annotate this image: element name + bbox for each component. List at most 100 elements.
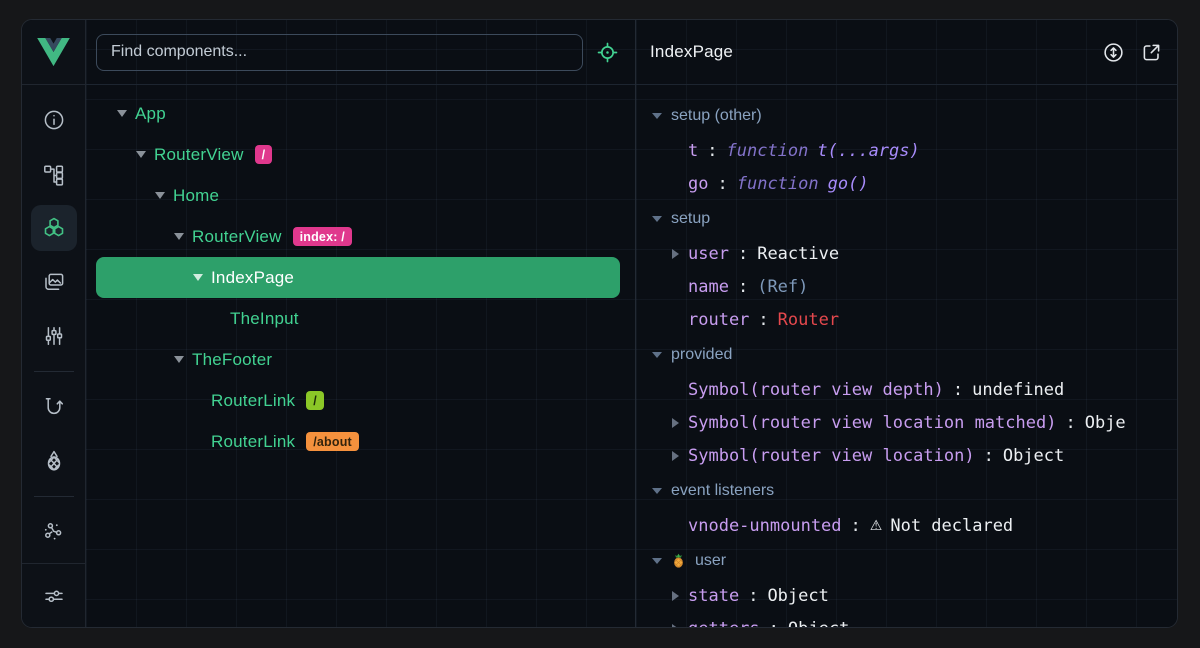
scroll-to-component-button[interactable] xyxy=(1102,41,1125,64)
property-value: (Ref) xyxy=(757,277,808,297)
warning-icon: ⚠ xyxy=(870,518,883,534)
caret-down-icon[interactable] xyxy=(116,110,128,117)
graph-nodes-icon[interactable] xyxy=(31,509,77,555)
inspector-row[interactable]: Symbol(router view location):Object xyxy=(636,439,1177,472)
sidebar-bottom xyxy=(22,563,85,627)
colon: : xyxy=(749,310,777,330)
caret-down-icon[interactable] xyxy=(652,216,662,222)
component-name: RouterLink xyxy=(211,391,295,411)
inspector-row[interactable]: getters:Object xyxy=(636,612,1177,627)
section-header[interactable]: setup (other) xyxy=(636,97,1177,134)
caret-down-icon[interactable] xyxy=(652,488,662,494)
component-name: TheInput xyxy=(230,309,299,329)
search-input[interactable] xyxy=(96,34,583,71)
caret-down-icon[interactable] xyxy=(192,274,204,281)
property-key: name xyxy=(688,277,729,297)
section-header[interactable]: setup xyxy=(636,200,1177,237)
scroll-to-component-icon xyxy=(1102,41,1125,64)
inspected-component-title: IndexPage xyxy=(650,42,733,62)
pinia-pineapple-icon[interactable] xyxy=(31,438,77,484)
pineapple-icon xyxy=(671,553,686,568)
caret-right-icon[interactable] xyxy=(672,418,688,428)
colon: : xyxy=(944,380,972,400)
caret-right-icon[interactable] xyxy=(672,624,688,628)
tree-row[interactable]: RouterView/ xyxy=(96,134,620,175)
property-key: Symbol(router view depth) xyxy=(688,380,944,400)
property-key: vnode-unmounted xyxy=(688,516,842,536)
tree-row[interactable]: TheInput xyxy=(96,298,620,339)
components-hexagons-icon[interactable] xyxy=(31,205,77,251)
vue-devtools-app: AppRouterView/Home RouterViewindex: / Inde… xyxy=(21,19,1178,628)
function-keyword: function xyxy=(727,141,809,161)
component-name: TheFooter xyxy=(192,350,272,370)
property-value: undefined xyxy=(972,380,1064,400)
property-value: Object xyxy=(1003,446,1064,466)
settings-sliders-icon[interactable] xyxy=(31,573,77,619)
property-key: router xyxy=(688,310,749,330)
tree-row[interactable]: RouterViewindex: / xyxy=(96,216,620,257)
function-signature: t(...args) xyxy=(817,141,919,161)
sidebar-divider xyxy=(34,496,74,497)
colon: : xyxy=(975,446,1003,466)
component-name: Home xyxy=(173,186,219,206)
function-keyword: function xyxy=(737,174,819,194)
locate-target-icon xyxy=(596,41,619,64)
caret-down-icon[interactable] xyxy=(173,233,185,240)
tree-row[interactable]: RouterLink / xyxy=(96,380,620,421)
inspector-actions xyxy=(1102,41,1163,64)
caret-down-icon[interactable] xyxy=(652,558,662,564)
colon: : xyxy=(708,174,736,194)
property-key: Symbol(router view location) xyxy=(688,446,975,466)
caret-down-icon[interactable] xyxy=(135,151,147,158)
vertical-sliders-icon[interactable] xyxy=(31,313,77,359)
tree-row[interactable]: App xyxy=(96,93,620,134)
tree-row[interactable]: TheFooter xyxy=(96,339,620,380)
property-key: user xyxy=(688,244,729,264)
property-key: getters xyxy=(688,619,760,628)
assets-images-icon[interactable] xyxy=(31,259,77,305)
component-hierarchy-icon[interactable] xyxy=(31,151,77,197)
section-header[interactable]: provided xyxy=(636,336,1177,373)
section-header[interactable]: user xyxy=(636,542,1177,579)
open-in-editor-icon xyxy=(1140,41,1163,64)
property-key: Symbol(router view location matched) xyxy=(688,413,1056,433)
open-in-editor-button[interactable] xyxy=(1140,41,1163,64)
property-key: state xyxy=(688,586,739,606)
section-label: setup (other) xyxy=(671,107,762,125)
inspector-row[interactable]: state:Object xyxy=(636,579,1177,612)
route-badge: / xyxy=(306,391,324,410)
colon: : xyxy=(698,141,726,161)
property-key: go xyxy=(688,174,708,194)
property-key: t xyxy=(688,141,698,161)
tree-row[interactable]: Home xyxy=(96,175,620,216)
tree-row[interactable]: RouterLink/about xyxy=(96,421,620,462)
caret-down-icon[interactable] xyxy=(652,352,662,358)
inspector-row[interactable]: Symbol(router view location matched):Obj… xyxy=(636,406,1177,439)
caret-down-icon[interactable] xyxy=(652,113,662,119)
property-value: Router xyxy=(778,310,839,330)
inspector-row: name:(Ref) xyxy=(636,270,1177,303)
colon: : xyxy=(729,244,757,264)
caret-right-icon[interactable] xyxy=(672,591,688,601)
caret-down-icon[interactable] xyxy=(173,356,185,363)
section-label: user xyxy=(695,552,726,570)
component-tree-panel: AppRouterView/Home RouterViewindex: / Inde… xyxy=(86,20,636,627)
info-icon[interactable] xyxy=(31,97,77,143)
component-name: IndexPage xyxy=(211,268,294,288)
section-header[interactable]: event listeners xyxy=(636,472,1177,509)
caret-right-icon[interactable] xyxy=(672,249,688,259)
tree-row[interactable]: IndexPage xyxy=(96,257,620,298)
caret-down-icon[interactable] xyxy=(154,192,166,199)
inspector-row[interactable]: user:Reactive xyxy=(636,237,1177,270)
vue-logo xyxy=(22,20,85,85)
caret-right-icon[interactable] xyxy=(672,451,688,461)
sidebar-nav xyxy=(22,85,85,563)
property-value: Not declared xyxy=(890,516,1013,536)
hook-arrow-icon[interactable] xyxy=(31,384,77,430)
colon: : xyxy=(1056,413,1084,433)
section-label: setup xyxy=(671,210,710,228)
route-badge: index: / xyxy=(293,227,352,246)
inspector-row: t:function t(...args) xyxy=(636,134,1177,167)
locate-target-button[interactable] xyxy=(596,41,619,64)
inspector-header: IndexPage xyxy=(636,20,1177,85)
